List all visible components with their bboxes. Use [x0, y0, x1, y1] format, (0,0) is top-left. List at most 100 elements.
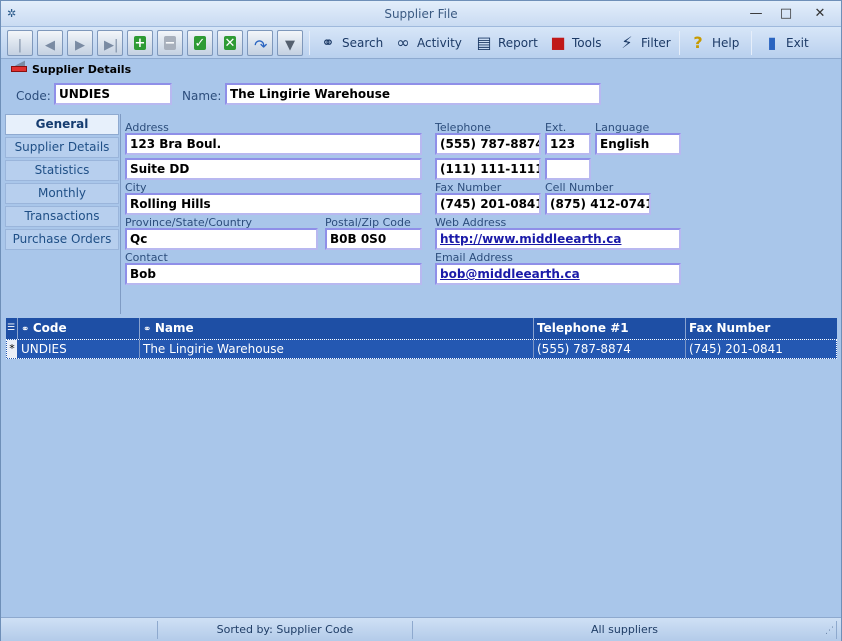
filter-funnel-button[interactable]: ▼ — [277, 30, 303, 56]
save-record-button[interactable]: ✓ — [187, 30, 213, 56]
tab-divider — [120, 114, 121, 314]
toolbox-icon: ■ — [550, 33, 566, 52]
glasses-icon: ∞ — [396, 33, 410, 52]
title-bar: ✲ Supplier File — □ ✕ — [1, 1, 841, 27]
cell-fax[interactable]: (745) 201-0841 — [686, 340, 834, 358]
postal-field[interactable]: B0B 0S0 — [325, 228, 422, 250]
x-icon: ✕ — [224, 36, 236, 51]
next-record-button[interactable]: ▶ — [67, 30, 93, 56]
sort-binoculars-icon: ⚭ — [21, 324, 33, 335]
previous-icon: ◀ — [45, 38, 55, 53]
table-row[interactable]: * UNDIES The Lingirie Warehouse (555) 78… — [6, 339, 837, 359]
exit-label: Exit — [786, 36, 809, 50]
help-label: Help — [712, 36, 740, 50]
report-icon: ▤ — [476, 33, 492, 52]
status-panel-empty — [1, 621, 158, 639]
maximize-button[interactable]: □ — [775, 5, 797, 23]
toolbar: |◀ ◀ ▶ ▶| + − ✓ ✕ ↷ ▼ ⚭ Search ∞ Activit… — [1, 27, 841, 73]
cancel-record-button[interactable]: ✕ — [217, 30, 243, 56]
report-button[interactable]: ▤ Report — [473, 32, 538, 54]
previous-record-button[interactable]: ◀ — [37, 30, 63, 56]
last-icon: ▶| — [104, 38, 119, 53]
filter-label: Filter — [641, 36, 671, 50]
section-title: Supplier Details — [32, 62, 132, 76]
telephone1-field[interactable]: (555) 787-8874 — [435, 133, 541, 155]
check-icon: ✓ — [194, 36, 206, 51]
grid-header: ☰ ⚭ Code ⚭ Name Telephone #1 Fax Number — [6, 318, 837, 339]
cell-field[interactable]: (875) 412-0741 — [545, 193, 651, 215]
tab-general[interactable]: General — [5, 114, 119, 135]
column-header-telephone[interactable]: Telephone #1 — [534, 318, 686, 339]
cell-telephone[interactable]: (555) 787-8874 — [534, 340, 686, 358]
cell-code[interactable]: UNDIES — [18, 340, 140, 358]
toolbar-separator — [309, 31, 310, 55]
column-code-label: Code — [32, 321, 67, 335]
refresh-icon: ↷ — [254, 36, 268, 55]
name-field[interactable]: The Lingirie Warehouse — [225, 83, 601, 105]
tab-transactions[interactable]: Transactions — [5, 206, 119, 227]
language-field[interactable]: English — [595, 133, 681, 155]
city-field[interactable]: Rolling Hills — [125, 193, 422, 215]
minus-icon: − — [164, 36, 176, 51]
column-header-code[interactable]: ⚭ Code — [18, 318, 140, 339]
sort-binoculars-icon: ⚭ — [143, 324, 155, 335]
address-line2-field[interactable]: Suite DD — [125, 158, 422, 180]
cell-name[interactable]: The Lingirie Warehouse — [140, 340, 534, 358]
telephone2-field[interactable]: (111) 111-1111 — [435, 158, 541, 180]
status-sorted: Sorted by: Supplier Code — [158, 621, 413, 639]
tab-supplier-details[interactable]: Supplier Details — [5, 137, 119, 158]
email-address-field[interactable]: bob@middleearth.ca — [435, 263, 681, 285]
minimize-button[interactable]: — — [745, 5, 767, 23]
tab-purchase-orders[interactable]: Purchase Orders — [5, 229, 119, 250]
search-label: Search — [342, 36, 384, 50]
report-label: Report — [498, 36, 538, 50]
column-header-name[interactable]: ⚭ Name — [140, 318, 534, 339]
resize-grip-icon[interactable]: ⋰ — [825, 626, 837, 638]
activity-button[interactable]: ∞ Activity — [392, 32, 462, 54]
filter-icon: ⚡ — [621, 33, 633, 52]
window-title: Supplier File — [384, 7, 458, 21]
province-field[interactable]: Qc — [125, 228, 318, 250]
last-record-button[interactable]: ▶| — [97, 30, 123, 56]
funnel-icon: ▼ — [285, 38, 295, 53]
fax-field[interactable]: (745) 201-0841 — [435, 193, 541, 215]
status-bar: Sorted by: Supplier Code All suppliers ⋰ — [1, 617, 841, 641]
section-header: Supplier Details — [11, 62, 131, 76]
code-field[interactable]: UNDIES — [54, 83, 172, 105]
help-button[interactable]: ? Help — [687, 32, 739, 54]
binoculars-icon: ⚭ — [321, 33, 335, 52]
ext1-field[interactable]: 123 — [545, 133, 591, 155]
refresh-button[interactable]: ↷ — [247, 30, 273, 56]
tools-label: Tools — [572, 36, 602, 50]
supplier-file-window: ✲ Supplier File — □ ✕ |◀ ◀ ▶ ▶| + − ✓ ✕ … — [0, 0, 842, 641]
next-icon: ▶ — [75, 38, 85, 53]
address-line1-field[interactable]: 123 Bra Boul. — [125, 133, 422, 155]
contact-field[interactable]: Bob — [125, 263, 422, 285]
collapse-icon[interactable] — [11, 66, 27, 72]
tab-statistics[interactable]: Statistics — [5, 160, 119, 181]
add-record-button[interactable]: + — [127, 30, 153, 56]
tab-monthly-purchases[interactable]: Monthly Purchases — [5, 183, 119, 219]
search-button[interactable]: ⚭ Search — [317, 32, 383, 54]
help-icon: ? — [693, 33, 703, 52]
code-label: Code: — [16, 89, 51, 103]
first-record-button[interactable]: |◀ — [7, 30, 33, 73]
close-button[interactable]: ✕ — [809, 5, 831, 23]
supplier-grid: ☰ ⚭ Code ⚭ Name Telephone #1 Fax Number … — [6, 318, 837, 361]
row-indicator: * — [7, 340, 17, 358]
name-label: Name: — [182, 89, 222, 103]
ext2-field[interactable] — [545, 158, 591, 180]
toolbar-separator — [751, 31, 752, 55]
web-address-field[interactable]: http://www.middleearth.ca — [435, 228, 681, 250]
plus-icon: + — [134, 36, 146, 51]
exit-door-icon: ▮ — [767, 33, 777, 52]
row-selector-icon[interactable]: ☰ — [6, 318, 18, 339]
toolbar-separator — [679, 31, 680, 55]
exit-button[interactable]: ▮ Exit — [761, 32, 809, 54]
column-header-fax[interactable]: Fax Number — [686, 318, 837, 339]
filter-button[interactable]: ⚡ Filter — [616, 32, 671, 54]
delete-record-button[interactable]: − — [157, 30, 183, 56]
first-icon: |◀ — [15, 38, 25, 73]
column-name-label: Name — [154, 321, 194, 335]
tools-button[interactable]: ■ Tools — [547, 32, 602, 54]
